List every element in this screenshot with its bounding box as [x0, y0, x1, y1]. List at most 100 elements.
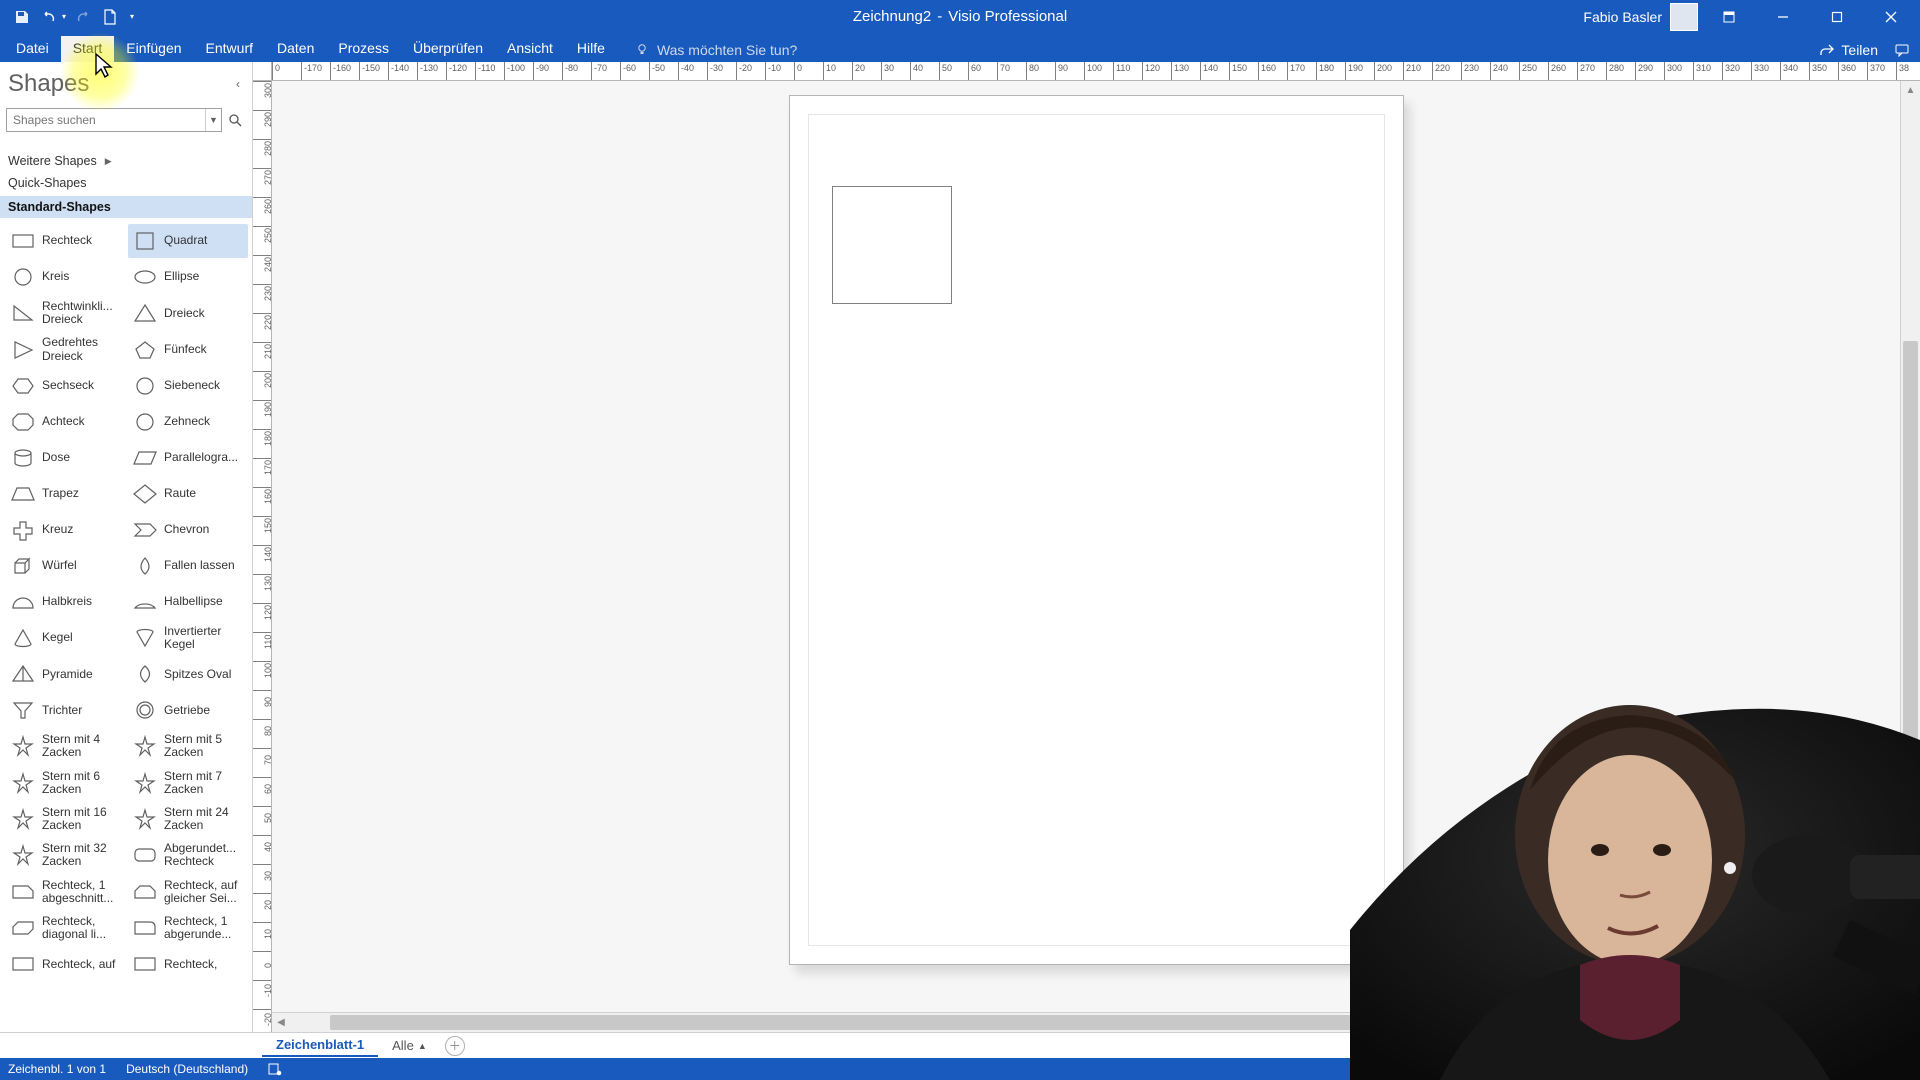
shape-item[interactable]: Raute: [128, 477, 248, 511]
shape-item[interactable]: Siebeneck: [128, 369, 248, 403]
shape-item[interactable]: Gedrehtes Dreieck: [6, 332, 126, 366]
shape-item[interactable]: Stern mit 32 Zacken: [6, 838, 126, 872]
shape-item[interactable]: Achteck: [6, 405, 126, 439]
undo-dropdown-icon[interactable]: ▾: [62, 12, 66, 21]
ribbon-tab-hilfe[interactable]: Hilfe: [565, 36, 617, 62]
shape-item[interactable]: Dreieck: [128, 296, 248, 330]
redo-button[interactable]: [70, 5, 94, 29]
ribbon-display-button[interactable]: [1706, 0, 1752, 33]
ribbon-tab-prozess[interactable]: Prozess: [326, 36, 401, 62]
shape-item[interactable]: Rechteck,: [128, 947, 248, 981]
shape-item[interactable]: Stern mit 16 Zacken: [6, 802, 126, 836]
shapes-search-combo[interactable]: ▼: [6, 108, 222, 132]
shape-item[interactable]: Kreuz: [6, 513, 126, 547]
shape-item[interactable]: Getriebe: [128, 693, 248, 727]
page-tab-active[interactable]: Zeichenblatt-1: [262, 1034, 378, 1057]
shape-item[interactable]: Stern mit 24 Zacken: [128, 802, 248, 836]
ribbon-tab-start[interactable]: Start: [61, 36, 115, 62]
undo-button[interactable]: [38, 5, 62, 29]
language-status[interactable]: Deutsch (Deutschland): [126, 1062, 248, 1076]
scroll-up-icon[interactable]: ▲: [1901, 81, 1920, 99]
ruler-tick: 270: [253, 168, 272, 197]
shape-item[interactable]: Trichter: [6, 693, 126, 727]
chevron-down-icon[interactable]: ▼: [205, 109, 221, 131]
qat-customize-icon[interactable]: ▾: [130, 12, 134, 21]
shapes-search-input[interactable]: [7, 113, 205, 127]
shape-item[interactable]: Rechteck: [6, 224, 126, 258]
square-icon: [132, 230, 158, 252]
shape-item[interactable]: Fünfeck: [128, 332, 248, 366]
add-page-button[interactable]: ＋: [445, 1036, 465, 1056]
shape-item[interactable]: Rechteck, 1 abgerunde...: [128, 911, 248, 945]
ruler-horizontal[interactable]: 0-170-160-150-140-130-120-110-100-90-80-…: [272, 62, 1920, 81]
comments-icon[interactable]: [1894, 42, 1910, 58]
shape-item[interactable]: Halbellipse: [128, 585, 248, 619]
snip1-icon: [10, 881, 36, 903]
new-doc-button[interactable]: [98, 5, 122, 29]
shape-item[interactable]: Rechteck, auf: [6, 947, 126, 981]
shape-item[interactable]: Stern mit 7 Zacken: [128, 766, 248, 800]
save-button[interactable]: [10, 5, 34, 29]
shape-item[interactable]: Trapez: [6, 477, 126, 511]
tell-me-search[interactable]: Was möchten Sie tun?: [635, 42, 797, 62]
canvas-area: 0-170-160-150-140-130-120-110-100-90-80-…: [253, 62, 1920, 1032]
ribbon-tab-datei[interactable]: Datei: [4, 36, 61, 62]
avatar[interactable]: [1670, 3, 1698, 31]
scroll-left-icon[interactable]: ◀: [272, 1014, 290, 1032]
ribbon-tab-einfügen[interactable]: Einfügen: [114, 36, 193, 62]
shape-item[interactable]: Rechteck, auf gleicher Sei...: [128, 875, 248, 909]
share-button[interactable]: Teilen: [1819, 42, 1878, 58]
ribbon-tab-entwurf[interactable]: Entwurf: [194, 36, 265, 62]
shape-item[interactable]: Rechteck, diagonal li...: [6, 911, 126, 945]
scrollbar-horizontal[interactable]: ◀ ▶: [272, 1012, 1900, 1032]
scrollbar-vertical[interactable]: ▲ ▼: [1900, 81, 1920, 1012]
shape-item[interactable]: Rechtwinkli... Dreieck: [6, 296, 126, 330]
close-button[interactable]: [1868, 0, 1914, 33]
ribbon-tab-daten[interactable]: Daten: [265, 36, 326, 62]
macro-record-icon[interactable]: [268, 1062, 282, 1076]
quick-shapes-tab[interactable]: Quick-Shapes: [0, 172, 252, 194]
maximize-button[interactable]: [1814, 0, 1860, 33]
shape-item[interactable]: Spitzes Oval: [128, 657, 248, 691]
minimize-button[interactable]: [1760, 0, 1806, 33]
ribbon-tab-ansicht[interactable]: Ansicht: [495, 36, 565, 62]
shape-item[interactable]: Chevron: [128, 513, 248, 547]
shape-item[interactable]: Stern mit 5 Zacken: [128, 729, 248, 763]
shape-item[interactable]: Stern mit 4 Zacken: [6, 729, 126, 763]
shape-item[interactable]: Sechseck: [6, 369, 126, 403]
shape-item[interactable]: Stern mit 6 Zacken: [6, 766, 126, 800]
shape-item[interactable]: Halbkreis: [6, 585, 126, 619]
ruler-vertical[interactable]: 3002902802702602502402302202102001901801…: [253, 81, 272, 1032]
shape-rectangle[interactable]: [832, 186, 952, 304]
shape-item[interactable]: Fallen lassen: [128, 549, 248, 583]
shape-item[interactable]: Rechteck, 1 abgeschnitt...: [6, 875, 126, 909]
scroll-thumb-v[interactable]: [1903, 341, 1918, 781]
more-shapes-menu[interactable]: Weitere Shapes ▶: [0, 150, 252, 172]
page-info[interactable]: Zeichenbl. 1 von 1: [8, 1062, 106, 1076]
user-name[interactable]: Fabio Basler: [1583, 9, 1662, 25]
shape-item[interactable]: Invertierter Kegel: [128, 621, 248, 655]
scroll-down-icon[interactable]: ▼: [1901, 994, 1920, 1012]
shape-item[interactable]: Parallelogra...: [128, 441, 248, 475]
drawing-page[interactable]: [789, 95, 1404, 965]
shape-item[interactable]: Ellipse: [128, 260, 248, 294]
shape-item[interactable]: Zehneck: [128, 405, 248, 439]
shape-item[interactable]: Kegel: [6, 621, 126, 655]
circle-icon: [10, 266, 36, 288]
scroll-thumb-h[interactable]: [330, 1015, 1380, 1030]
ruler-tick: -10: [765, 62, 794, 81]
ribbon-tab-überprüfen[interactable]: Überprüfen: [401, 36, 495, 62]
shape-item[interactable]: Dose: [6, 441, 126, 475]
all-pages-menu[interactable]: Alle ▲: [392, 1038, 427, 1053]
shapes-search-button[interactable]: [224, 108, 246, 132]
standard-shapes-tab[interactable]: Standard-Shapes: [0, 196, 252, 218]
shape-item[interactable]: Quadrat: [128, 224, 248, 258]
shape-item[interactable]: Abgerundet... Rechteck: [128, 838, 248, 872]
shape-item[interactable]: Würfel: [6, 549, 126, 583]
scroll-right-icon[interactable]: ▶: [1882, 1014, 1900, 1032]
fit-window-icon[interactable]: [1898, 1062, 1912, 1076]
collapse-panel-button[interactable]: ‹: [236, 77, 242, 91]
shape-item[interactable]: Kreis: [6, 260, 126, 294]
shape-item[interactable]: Pyramide: [6, 657, 126, 691]
canvas-viewport[interactable]: [272, 81, 1900, 1012]
